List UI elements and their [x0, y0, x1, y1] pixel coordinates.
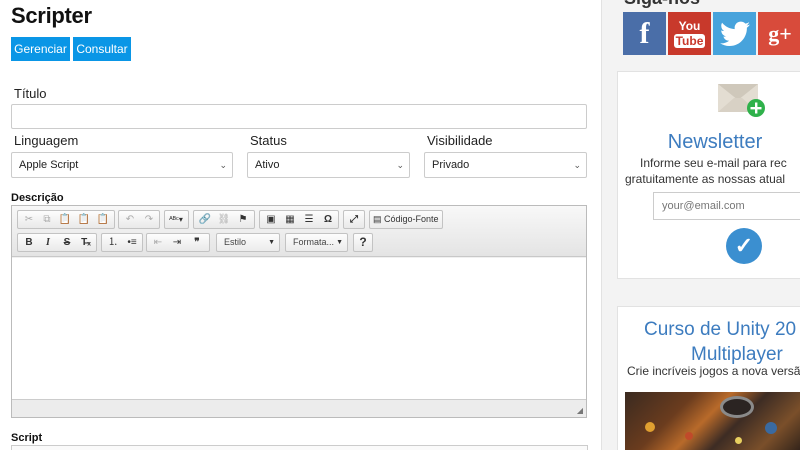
numbered-list-icon[interactable]: ⒈ — [104, 235, 122, 250]
special-char-icon[interactable]: Ω — [319, 212, 337, 227]
status-label: Status — [250, 133, 287, 148]
paste-word-icon[interactable]: 📋 — [94, 212, 112, 227]
view-button[interactable]: Consultar — [73, 37, 131, 61]
youtube-icon-bottom: Tube — [674, 34, 705, 48]
source-icon: ▤ — [373, 214, 385, 224]
paste-icon[interactable]: 📋 — [56, 212, 74, 227]
remove-format-icon[interactable]: T̶ₓ — [77, 235, 95, 250]
link-icon[interactable]: 🔗 — [196, 212, 214, 227]
youtube-icon-top: You — [678, 19, 701, 33]
google-plus-link[interactable]: g+ — [758, 12, 800, 55]
source-button[interactable]: ▤ Código-Fonte — [369, 210, 443, 229]
status-select[interactable]: Ativo ⌄ — [247, 152, 410, 178]
style-combo[interactable]: Estilo ▼ — [216, 233, 280, 252]
indent-group: ⇤ ⇥ ❞ — [146, 233, 210, 252]
newsletter-email-input[interactable]: your@email.com — [653, 192, 800, 220]
help-icon[interactable]: ? — [354, 235, 372, 250]
status-value: Ativo — [255, 159, 280, 171]
script-label: Script — [11, 432, 43, 444]
spellcheck-icon[interactable]: ᴬᴮᶜ▾ — [167, 212, 185, 227]
main-content: Scripter Gerenciar Consultar Título Ling… — [0, 0, 600, 450]
title-label: Título — [14, 86, 47, 101]
source-label: Código-Fonte — [384, 214, 439, 224]
youtube-icon: You Tube — [668, 19, 711, 48]
bold-icon[interactable]: B — [20, 235, 38, 250]
cut-icon[interactable]: ✂ — [20, 212, 38, 227]
newsletter-subtitle-line2: gratuitamente as nossas atual — [625, 172, 786, 186]
copy-icon[interactable]: ⧉ — [38, 212, 56, 227]
social-title: Siga-nos — [624, 0, 700, 9]
list-group: ⒈ •≡ — [101, 233, 143, 252]
image-icon[interactable]: ▣ — [262, 212, 280, 227]
newsletter-card: Newsletter Informe seu e-mail para rec g… — [617, 71, 800, 279]
strike-icon[interactable]: S — [58, 235, 76, 250]
course-image[interactable] — [625, 392, 800, 450]
visibility-value: Privado — [432, 159, 470, 171]
basic-style-group: B I S T̶ₓ — [17, 233, 97, 252]
undo-icon[interactable]: ↶ — [121, 212, 139, 227]
manage-button[interactable]: Gerenciar — [11, 37, 70, 61]
outdent-icon[interactable]: ⇤ — [149, 235, 167, 250]
description-editor: ✂ ⧉ 📋 📋 📋 ↶ ↷ ᴬᴮᶜ▾ 🔗 ⛓ ⚑ ▣ ▦ ☰ Ω ⤢ ▤ Cód… — [11, 205, 587, 418]
sidebar: Siga-nos f You Tube g+ Newsletter Inform… — [601, 0, 800, 450]
course-title-line1: Curso de Unity 20 — [644, 319, 797, 340]
description-label: Descrição — [11, 192, 64, 204]
google-plus-icon: g+ — [768, 21, 792, 46]
chevron-down-icon: ▼ — [268, 239, 275, 246]
editor-toolbar: ✂ ⧉ 📋 📋 📋 ↶ ↷ ᴬᴮᶜ▾ 🔗 ⛓ ⚑ ▣ ▦ ☰ Ω ⤢ ▤ Cód… — [12, 206, 586, 257]
course-subtitle: Crie incríveis jogos a nova versã — [627, 364, 800, 378]
chevron-down-icon: ⌄ — [219, 160, 227, 170]
youtube-link[interactable]: You Tube — [668, 12, 711, 55]
italic-icon[interactable]: I — [39, 235, 57, 250]
chevron-down-icon: ⌄ — [396, 160, 404, 170]
maximize-icon[interactable]: ⤢ — [345, 212, 363, 227]
style-label: Estilo — [224, 237, 247, 247]
resize-handle-icon[interactable]: ◢ — [577, 406, 583, 415]
clipboard-group: ✂ ⧉ 📋 📋 📋 — [17, 210, 115, 229]
indent-icon[interactable]: ⇥ — [168, 235, 186, 250]
newsletter-subtitle-line1: Informe seu e-mail para rec — [640, 156, 787, 170]
spellcheck-group: ᴬᴮᶜ▾ — [164, 210, 189, 229]
horizontal-rule-icon[interactable]: ☰ — [300, 212, 318, 227]
title-input[interactable] — [11, 104, 587, 129]
language-select[interactable]: Apple Script ⌄ — [11, 152, 233, 178]
paste-text-icon[interactable]: 📋 — [75, 212, 93, 227]
visibility-select[interactable]: Privado ⌄ — [424, 152, 587, 178]
facebook-link[interactable]: f — [623, 12, 666, 55]
bulleted-list-icon[interactable]: •≡ — [123, 235, 141, 250]
maximize-group: ⤢ — [343, 210, 365, 229]
twitter-link[interactable] — [713, 12, 756, 55]
facebook-icon: f — [639, 17, 650, 50]
visibility-label: Visibilidade — [427, 133, 493, 148]
format-combo[interactable]: Formata... ▼ — [285, 233, 348, 252]
blockquote-icon[interactable]: ❞ — [188, 235, 206, 250]
page-title: Scripter — [11, 3, 92, 28]
language-value: Apple Script — [19, 159, 79, 171]
format-label: Formata... — [293, 237, 335, 247]
checkmark-icon: ✓ — [734, 233, 754, 258]
script-editor[interactable] — [11, 445, 588, 450]
link-group: 🔗 ⛓ ⚑ — [193, 210, 255, 229]
envelope-icon — [718, 84, 765, 117]
chevron-down-icon: ▼ — [336, 239, 343, 246]
redo-icon[interactable]: ↷ — [140, 212, 158, 227]
anchor-icon[interactable]: ⚑ — [234, 212, 252, 227]
chevron-down-icon: ⌄ — [573, 160, 581, 170]
twitter-icon — [719, 21, 750, 46]
editor-footer: ◢ — [12, 399, 586, 417]
table-icon[interactable]: ▦ — [281, 212, 299, 227]
insert-group: ▣ ▦ ☰ Ω — [259, 210, 339, 229]
undo-group: ↶ ↷ — [118, 210, 160, 229]
unlink-icon[interactable]: ⛓ — [215, 212, 233, 227]
language-label: Linguagem — [14, 133, 79, 148]
newsletter-title: Newsletter — [667, 131, 763, 153]
newsletter-submit-button[interactable]: ✓ — [726, 228, 762, 264]
course-card[interactable]: Curso de Unity 20 Multiplayer Crie incrí… — [617, 306, 800, 450]
help-group: ? — [353, 233, 373, 252]
editor-content-area[interactable] — [12, 258, 586, 399]
